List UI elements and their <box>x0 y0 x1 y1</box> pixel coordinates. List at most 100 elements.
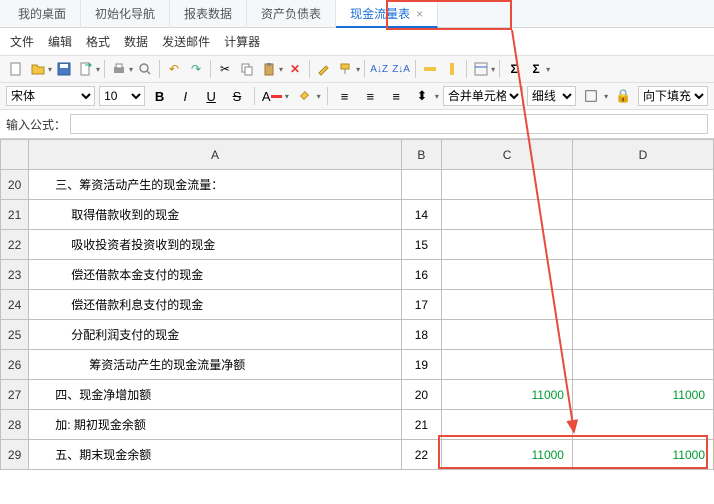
menu-calculator[interactable]: 计算器 <box>224 33 260 50</box>
paste-icon[interactable] <box>259 59 279 79</box>
tab-报表数据[interactable]: 报表数据 <box>170 0 247 28</box>
cell-b[interactable]: 16 <box>401 260 441 290</box>
cell-a[interactable]: 偿还借款利息支付的现金 <box>29 290 402 320</box>
cell-c[interactable] <box>442 170 573 200</box>
sum-dropdown-icon[interactable]: ▾ <box>546 65 550 74</box>
cell-a[interactable]: 偿还借款本金支付的现金 <box>29 260 402 290</box>
cell-d[interactable] <box>572 410 713 440</box>
align-center-button[interactable]: ≡ <box>359 86 381 106</box>
underline-button[interactable]: U <box>200 86 222 106</box>
cell-a[interactable]: 筹资活动产生的现金流量净额 <box>29 350 402 380</box>
font-color-button[interactable]: A <box>261 86 283 106</box>
export-icon[interactable] <box>76 59 96 79</box>
format-paint-icon[interactable] <box>336 59 356 79</box>
menu-file[interactable]: 文件 <box>10 33 34 50</box>
export-dropdown-icon[interactable]: ▾ <box>96 65 100 74</box>
border-dropdown-icon[interactable]: ▾ <box>604 92 608 101</box>
align-left-button[interactable]: ≡ <box>334 86 356 106</box>
cell-d[interactable] <box>572 230 713 260</box>
cell-c[interactable]: 11000 <box>442 380 573 410</box>
cell-a[interactable]: 吸收投资者投资收到的现金 <box>29 230 402 260</box>
close-icon[interactable]: × <box>416 7 423 21</box>
fill-down-select[interactable]: 向下填充 <box>638 86 708 106</box>
row-header[interactable]: 26 <box>1 350 29 380</box>
cell-c[interactable] <box>442 260 573 290</box>
cell-b[interactable]: 20 <box>401 380 441 410</box>
redo-icon[interactable]: ↷ <box>186 59 206 79</box>
cell-b[interactable]: 15 <box>401 230 441 260</box>
cell-d[interactable] <box>572 170 713 200</box>
tab-我的桌面[interactable]: 我的桌面 <box>4 0 81 28</box>
print-dropdown-icon[interactable]: ▾ <box>129 65 133 74</box>
cell-a[interactable]: 加: 期初现金余额 <box>29 410 402 440</box>
row-header[interactable]: 22 <box>1 230 29 260</box>
cell-a[interactable]: 三、筹资活动产生的现金流量： <box>29 170 402 200</box>
open-dropdown-icon[interactable]: ▾ <box>48 65 52 74</box>
row-header[interactable]: 21 <box>1 200 29 230</box>
tab-现金流量表[interactable]: 现金流量表× <box>336 0 438 28</box>
cell-b[interactable]: 14 <box>401 200 441 230</box>
col-header-b[interactable]: B <box>401 140 441 170</box>
cell-c[interactable] <box>442 410 573 440</box>
cell-a[interactable]: 五、期末现金余额 <box>29 440 402 470</box>
col-header-c[interactable]: C <box>442 140 573 170</box>
save-icon[interactable] <box>54 59 74 79</box>
sum2-icon[interactable]: Σ <box>526 59 546 79</box>
cell-d[interactable] <box>572 260 713 290</box>
cell-c[interactable]: 11000 <box>442 440 573 470</box>
row-header[interactable]: 20 <box>1 170 29 200</box>
border-button[interactable] <box>580 86 602 106</box>
cell-b[interactable]: 17 <box>401 290 441 320</box>
corner-cell[interactable] <box>1 140 29 170</box>
cell-d[interactable] <box>572 290 713 320</box>
cell-c[interactable] <box>442 320 573 350</box>
font-family-select[interactable]: 宋体 <box>6 86 95 106</box>
cell-d[interactable] <box>572 320 713 350</box>
strikethrough-button[interactable]: S <box>226 86 248 106</box>
cell-d[interactable] <box>572 200 713 230</box>
row-header[interactable]: 29 <box>1 440 29 470</box>
sort-asc-icon[interactable]: A↓Z <box>369 59 389 79</box>
row-header[interactable]: 28 <box>1 410 29 440</box>
freeze-icon[interactable] <box>471 59 491 79</box>
col-header-d[interactable]: D <box>572 140 713 170</box>
cell-c[interactable] <box>442 290 573 320</box>
cell-c[interactable] <box>442 230 573 260</box>
cut-icon[interactable]: ✂ <box>215 59 235 79</box>
col-header-a[interactable]: A <box>29 140 402 170</box>
cell-b[interactable] <box>401 170 441 200</box>
cell-d[interactable]: 11000 <box>572 440 713 470</box>
menu-send-mail[interactable]: 发送邮件 <box>162 33 210 50</box>
sort-desc-icon[interactable]: Z↓A <box>391 59 411 79</box>
row-header[interactable]: 27 <box>1 380 29 410</box>
formula-input[interactable] <box>70 114 708 134</box>
brush-icon[interactable] <box>314 59 334 79</box>
cell-b[interactable]: 22 <box>401 440 441 470</box>
bold-button[interactable]: B <box>149 86 171 106</box>
insert-col-icon[interactable] <box>442 59 462 79</box>
align-right-button[interactable]: ≡ <box>385 86 407 106</box>
cell-d[interactable] <box>572 350 713 380</box>
font-color-dropdown-icon[interactable]: ▾ <box>285 92 289 101</box>
preview-icon[interactable] <box>135 59 155 79</box>
cell-a[interactable]: 取得借款收到的现金 <box>29 200 402 230</box>
copy-icon[interactable] <box>237 59 257 79</box>
open-icon[interactable] <box>28 59 48 79</box>
brush-dropdown-icon[interactable]: ▾ <box>356 65 360 74</box>
sum-icon[interactable]: Σ <box>504 59 524 79</box>
insert-row-icon[interactable] <box>420 59 440 79</box>
line-select[interactable]: 细线 <box>527 86 577 106</box>
freeze-dropdown-icon[interactable]: ▾ <box>491 65 495 74</box>
lock-button[interactable]: 🔒 <box>612 86 634 106</box>
paste-dropdown-icon[interactable]: ▾ <box>279 65 283 74</box>
align-vert-button[interactable]: ⬍ <box>411 86 433 106</box>
cell-c[interactable] <box>442 200 573 230</box>
row-header[interactable]: 24 <box>1 290 29 320</box>
menu-data[interactable]: 数据 <box>124 33 148 50</box>
cell-a[interactable]: 分配利润支付的现金 <box>29 320 402 350</box>
align-vert-dropdown-icon[interactable]: ▾ <box>435 92 439 101</box>
tab-资产负债表[interactable]: 资产负债表 <box>247 0 336 28</box>
italic-button[interactable]: I <box>174 86 196 106</box>
fill-color-dropdown-icon[interactable]: ▾ <box>317 92 321 101</box>
delete-icon[interactable]: ✕ <box>285 59 305 79</box>
